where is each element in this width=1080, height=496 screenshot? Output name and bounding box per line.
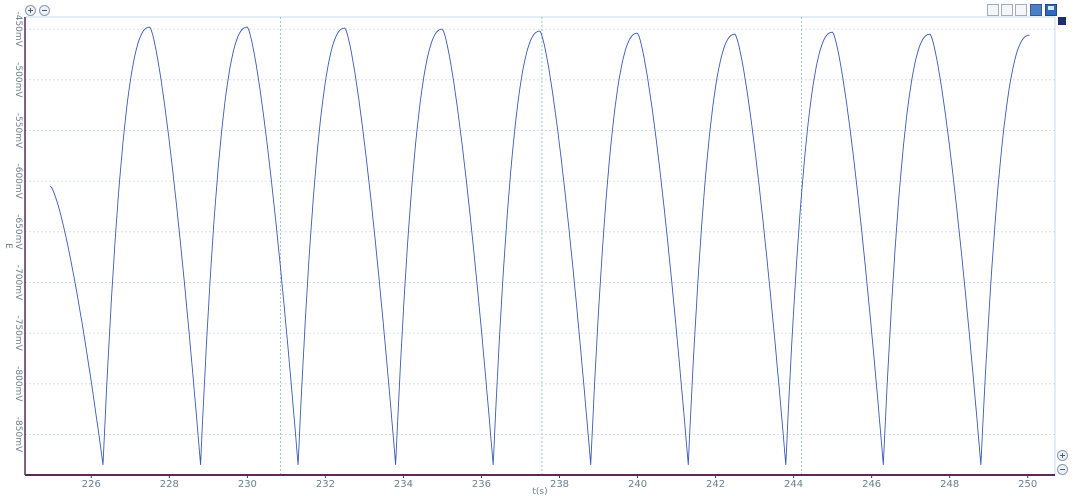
y-tick-label: -600mV xyxy=(13,163,23,199)
x-tick-label: 234 xyxy=(394,479,413,490)
y-tick-label: -750mV xyxy=(13,315,23,351)
y-axis-label: E xyxy=(3,243,13,249)
x-tick-label: 240 xyxy=(628,479,647,490)
x-tick-label: 250 xyxy=(1018,479,1037,490)
x-tick-label: 242 xyxy=(706,479,725,490)
x-tick-label: 228 xyxy=(160,479,179,490)
x-tick-label: 230 xyxy=(238,479,257,490)
chart-plot[interactable]: -450mV -500mV -550mV -600mV -650mV -700mV -750… xyxy=(0,0,1080,496)
y-tick-label: -850mV xyxy=(13,417,23,453)
x-tick-label: 232 xyxy=(316,479,335,490)
y-tick-label: -500mV xyxy=(13,62,23,98)
y-tick-label: -650mV xyxy=(13,214,23,250)
x-tick-label: 248 xyxy=(940,479,959,490)
chart-window: -450mV -500mV -550mV -600mV -650mV -700mV -750… xyxy=(0,0,1080,496)
series-line xyxy=(50,26,1030,465)
x-tick-label: 226 xyxy=(82,479,101,490)
y-tick-label: -800mV xyxy=(13,366,23,402)
x-axis-label: t(s) xyxy=(532,487,547,496)
plot-border xyxy=(24,16,1056,476)
y-tick-label: -550mV xyxy=(13,113,23,149)
y-tick-label: -700mV xyxy=(13,265,23,301)
x-tick-label: 244 xyxy=(784,479,803,490)
x-tick-label: 236 xyxy=(472,479,491,490)
y-tick-label: -450mV xyxy=(13,11,23,47)
x-tick-label: 238 xyxy=(550,479,569,490)
x-tick-label: 246 xyxy=(862,479,881,490)
